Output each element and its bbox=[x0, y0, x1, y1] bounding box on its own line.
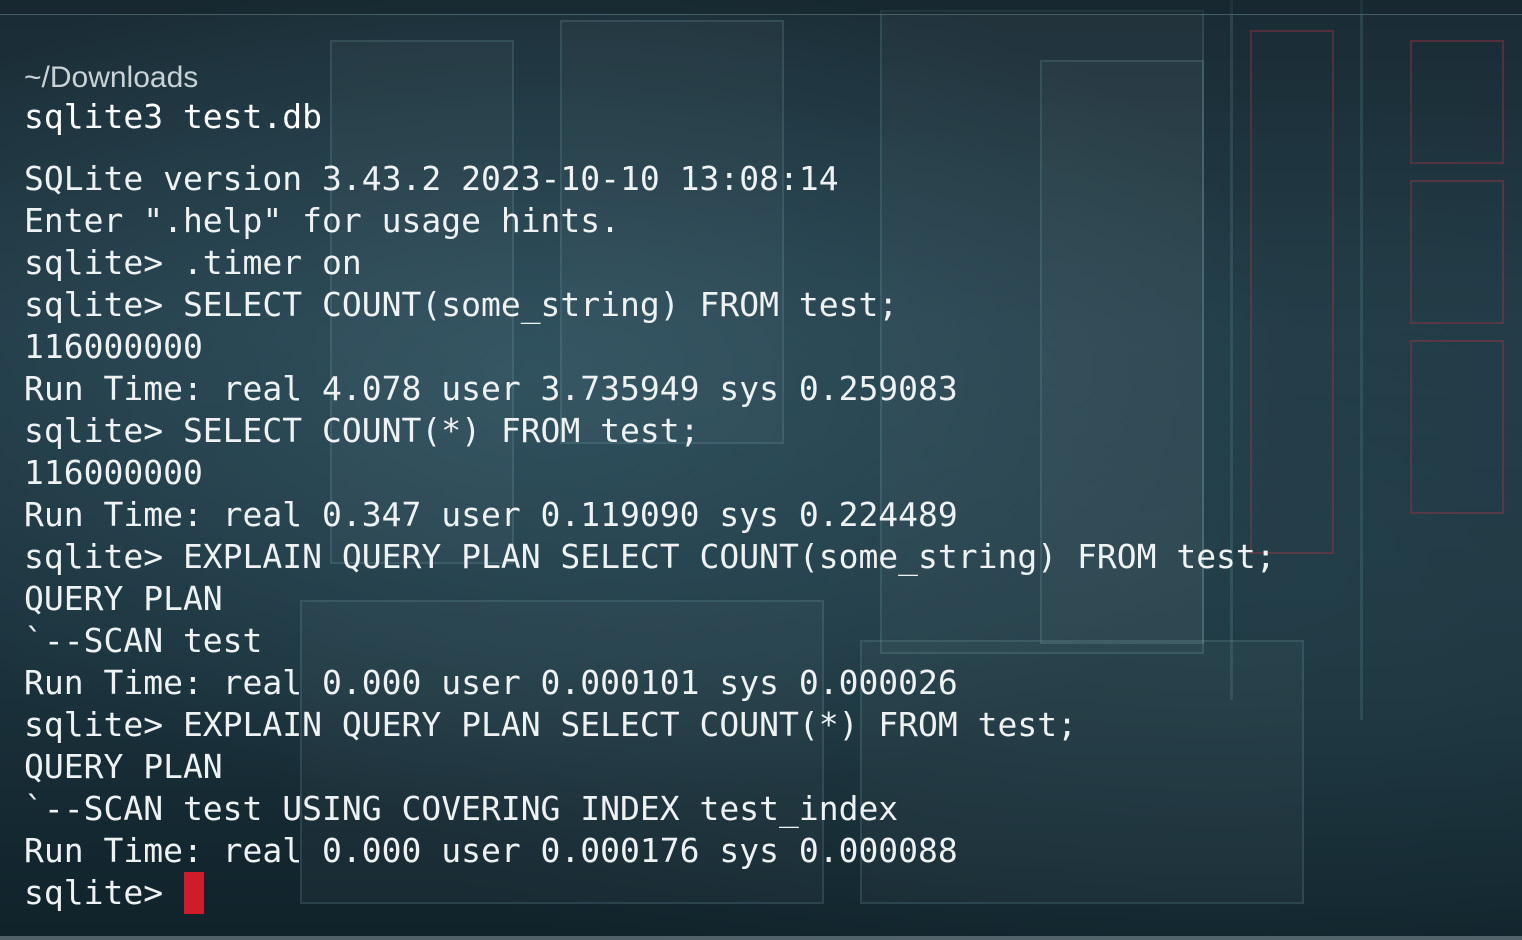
window-top-edge bbox=[0, 0, 1522, 15]
output-line: `--SCAN test USING COVERING INDEX test_i… bbox=[24, 789, 899, 828]
output-line: sqlite> SELECT COUNT(some_string) FROM t… bbox=[24, 285, 899, 324]
output-line: Run Time: real 4.078 user 3.735949 sys 0… bbox=[24, 369, 958, 408]
output-line: 116000000 bbox=[24, 327, 203, 366]
output-line: Run Time: real 0.000 user 0.000176 sys 0… bbox=[24, 831, 958, 870]
output-line: sqlite> .timer on bbox=[24, 243, 362, 282]
active-prompt-line[interactable]: sqlite> bbox=[24, 872, 1504, 914]
output-line: sqlite> EXPLAIN QUERY PLAN SELECT COUNT(… bbox=[24, 705, 1077, 744]
output-line: Run Time: real 0.347 user 0.119090 sys 0… bbox=[24, 495, 958, 534]
output-line: QUERY PLAN bbox=[24, 747, 223, 786]
output-line: QUERY PLAN bbox=[24, 579, 223, 618]
output-line: sqlite> EXPLAIN QUERY PLAN SELECT COUNT(… bbox=[24, 537, 1276, 576]
output-line: 116000000 bbox=[24, 453, 203, 492]
output-line: SQLite version 3.43.2 2023-10-10 13:08:1… bbox=[24, 159, 839, 198]
prompt-text: sqlite> bbox=[24, 873, 183, 912]
current-directory: ~/Downloads bbox=[24, 61, 199, 94]
text-cursor bbox=[183, 872, 204, 914]
output-line: Enter ".help" for usage hints. bbox=[24, 201, 621, 240]
output-line: sqlite> SELECT COUNT(*) FROM test; bbox=[24, 411, 700, 450]
output-line: `--SCAN test bbox=[24, 621, 263, 660]
window-bottom-edge bbox=[0, 936, 1522, 940]
terminal-output[interactable]: ~/Downloads sqlite3 test.db SQLite versi… bbox=[24, 60, 1504, 914]
shell-command: sqlite3 test.db bbox=[24, 97, 323, 136]
output-line: Run Time: real 0.000 user 0.000101 sys 0… bbox=[24, 663, 958, 702]
